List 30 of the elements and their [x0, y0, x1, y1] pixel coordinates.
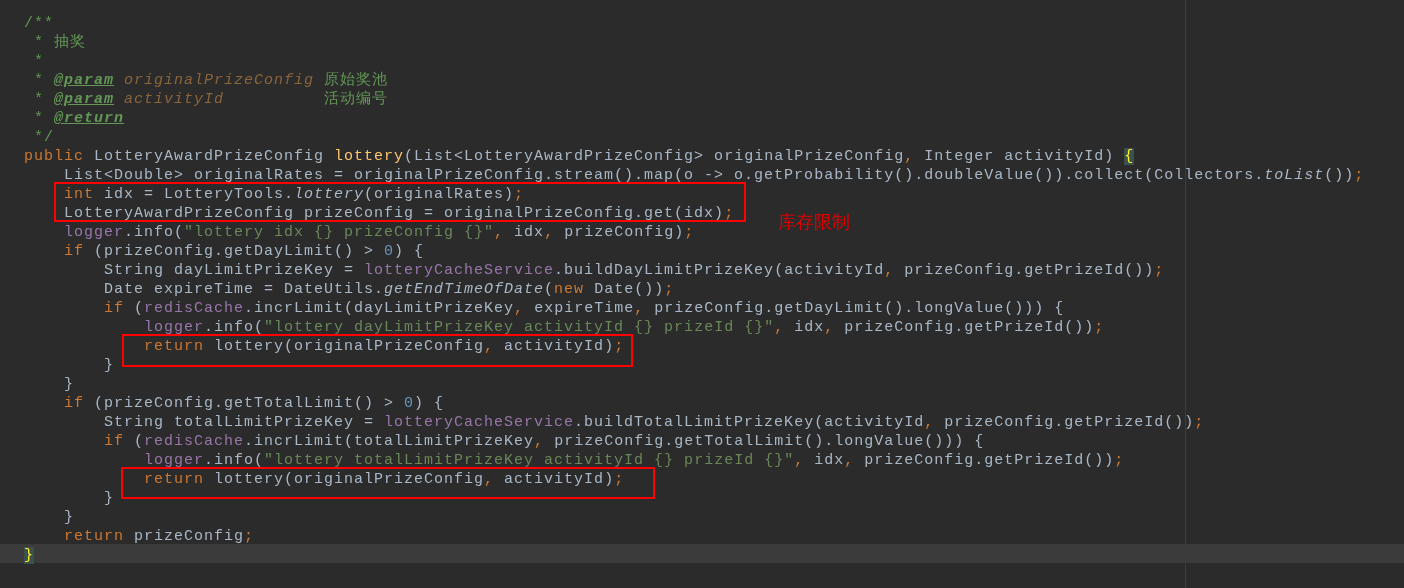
code-line: String totalLimitPrizeKey = lotteryCacheService.buildTotalLimitPrizeKey(activityId, prizeConfig.getPrizeId());	[104, 414, 1205, 431]
code-line: }	[104, 490, 115, 507]
code-line: LotteryAwardPrizeConfig prizeConfig = originalPrizeConfig.get(idx);	[64, 205, 735, 222]
code-line: /**	[24, 15, 54, 32]
code-line: * @param originalPrizeConfig 原始奖池	[34, 72, 389, 89]
code-line: logger.info("lottery dayLimitPrizeKey activityId {} prizeId {}", idx, prizeConfig.getPrizeId());	[144, 319, 1105, 336]
code-line: }	[24, 547, 34, 564]
code-line: int idx = LotteryTools.lottery(originalRates);	[64, 186, 525, 203]
code-line: return lottery(originalPrizeConfig, activityId);	[144, 471, 625, 488]
code-line: }	[104, 357, 115, 374]
code-line: String dayLimitPrizeKey = lotteryCacheService.buildDayLimitPrizeKey(activityId, prizeConfig.getPrizeId());	[104, 262, 1165, 279]
code-line: */	[34, 129, 55, 146]
code-line: if (prizeConfig.getTotalLimit() > 0) {	[64, 395, 445, 412]
code-line: return prizeConfig;	[64, 528, 255, 545]
code-line: Date expireTime = DateUtils.getEndTimeOfDate(new Date());	[104, 281, 675, 298]
code-line: * @return	[34, 110, 125, 127]
code-line: return lottery(originalPrizeConfig, activityId);	[144, 338, 625, 355]
code-line: * 抽奖	[34, 34, 87, 51]
code-line: }	[64, 509, 75, 526]
annotation-note: 库存限制	[778, 211, 850, 234]
code-line: if (redisCache.incrLimit(totalLimitPrizeKey, prizeConfig.getTotalLimit().longValue())) {	[104, 433, 985, 450]
code-line: *	[34, 53, 45, 70]
code-line: public LotteryAwardPrizeConfig lottery(List<LotteryAwardPrizeConfig> originalPrizeConfig, Integer activityId) {	[24, 148, 1135, 165]
code-line: if (redisCache.incrLimit(dayLimitPrizeKey, expireTime, prizeConfig.getDayLimit().longValue())) {	[104, 300, 1065, 317]
code-line: * @param activityId 活动编号	[34, 91, 389, 108]
code-line: if (prizeConfig.getDayLimit() > 0) {	[64, 243, 425, 260]
code-line: List<Double> originalRates = originalPrizeConfig.stream().map(o -> o.getProbability().doubleValue()).collect(Collectors.toList());	[64, 167, 1365, 184]
code-line: }	[64, 376, 75, 393]
code-line: logger.info("lottery totalLimitPrizeKey activityId {} prizeId {}", idx, prizeConfig.getPrizeId());	[144, 452, 1125, 469]
code-line: logger.info("lottery idx {} prizeConfig {}", idx, prizeConfig);	[64, 224, 695, 241]
